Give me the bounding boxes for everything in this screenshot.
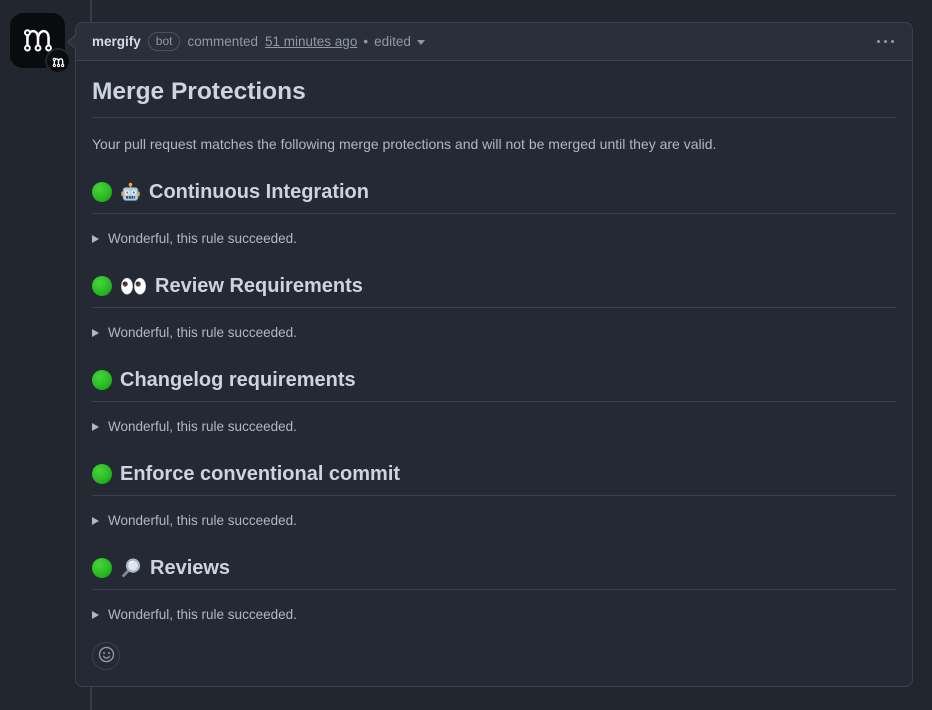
section-title: Continuous Integration <box>149 181 369 204</box>
rule-summary-text: Wonderful, this rule succeeded. <box>108 230 297 248</box>
comment-body: Merge Protections Your pull request matc… <box>76 61 912 686</box>
bot-avatar[interactable] <box>10 13 65 68</box>
reactions-bar <box>92 642 896 670</box>
merge-protection-section: Reviews Wonderful, this rule succeeded. <box>92 557 896 624</box>
separator-dot: • <box>363 34 368 49</box>
rule-details[interactable]: Wonderful, this rule succeeded. <box>92 418 896 436</box>
kebab-menu-button[interactable] <box>875 36 897 48</box>
section-heading: Continuous Integration <box>92 181 896 214</box>
robot-emoji <box>120 182 141 203</box>
eyes-emoji <box>120 276 147 296</box>
section-heading: Reviews <box>92 557 896 590</box>
section-heading: Enforce conventional commit <box>92 463 896 496</box>
chevron-down-icon <box>417 40 425 45</box>
comment-title: Merge Protections <box>92 77 896 118</box>
rule-summary[interactable]: Wonderful, this rule succeeded. <box>92 418 896 436</box>
rule-summary[interactable]: Wonderful, this rule succeeded. <box>92 512 896 530</box>
section-heading: Changelog requirements <box>92 369 896 402</box>
green-circle-emoji <box>92 464 112 484</box>
magnifying-glass-emoji <box>120 557 142 579</box>
rule-details[interactable]: Wonderful, this rule succeeded. <box>92 324 896 342</box>
rule-summary-text: Wonderful, this rule succeeded. <box>108 606 297 624</box>
rule-summary[interactable]: Wonderful, this rule succeeded. <box>92 324 896 342</box>
bot-avatar-badge <box>45 48 71 74</box>
green-circle-emoji <box>92 558 112 578</box>
bot-badge: bot <box>148 32 181 51</box>
pr-timeline: mergify bot commented 51 minutes ago • e… <box>0 0 932 710</box>
rule-summary[interactable]: Wonderful, this rule succeeded. <box>92 606 896 624</box>
comment-header: mergify bot commented 51 minutes ago • e… <box>76 23 912 61</box>
green-circle-emoji <box>92 182 112 202</box>
section-title: Enforce conventional commit <box>120 463 400 486</box>
merge-protection-sections: Continuous Integration Wonderful, this r… <box>92 181 896 624</box>
kebab-menu-icon <box>877 40 881 44</box>
rule-details[interactable]: Wonderful, this rule succeeded. <box>92 606 896 624</box>
rule-summary-text: Wonderful, this rule succeeded. <box>108 418 297 436</box>
section-title: Review Requirements <box>155 275 363 298</box>
smiley-icon <box>98 646 115 666</box>
disclosure-triangle-icon <box>92 517 99 525</box>
merge-protection-section: Continuous Integration Wonderful, this r… <box>92 181 896 248</box>
disclosure-triangle-icon <box>92 611 99 619</box>
rule-summary-text: Wonderful, this rule succeeded. <box>108 324 297 342</box>
rule-summary[interactable]: Wonderful, this rule succeeded. <box>92 230 896 248</box>
section-title: Reviews <box>150 557 230 580</box>
section-heading: Review Requirements <box>92 275 896 308</box>
disclosure-triangle-icon <box>92 235 99 243</box>
rule-summary-text: Wonderful, this rule succeeded. <box>108 512 297 530</box>
add-reaction-button[interactable] <box>92 642 120 670</box>
author-link[interactable]: mergify <box>92 34 141 49</box>
merge-protection-section: Review Requirements Wonderful, this rule… <box>92 275 896 342</box>
green-circle-emoji <box>92 276 112 296</box>
comment-card: mergify bot commented 51 minutes ago • e… <box>75 22 913 687</box>
intro-text: Your pull request matches the following … <box>92 134 896 154</box>
edited-dropdown-button[interactable]: edited <box>374 34 425 49</box>
rule-details[interactable]: Wonderful, this rule succeeded. <box>92 512 896 530</box>
timestamp-link[interactable]: 51 minutes ago <box>265 34 357 49</box>
action-label: commented <box>187 34 258 49</box>
rule-details[interactable]: Wonderful, this rule succeeded. <box>92 230 896 248</box>
disclosure-triangle-icon <box>92 423 99 431</box>
disclosure-triangle-icon <box>92 329 99 337</box>
green-circle-emoji <box>92 370 112 390</box>
merge-protection-section: Changelog requirements Wonderful, this r… <box>92 369 896 436</box>
section-title: Changelog requirements <box>120 369 356 392</box>
merge-protection-section: Enforce conventional commit Wonderful, t… <box>92 463 896 530</box>
edited-label: edited <box>374 34 411 49</box>
